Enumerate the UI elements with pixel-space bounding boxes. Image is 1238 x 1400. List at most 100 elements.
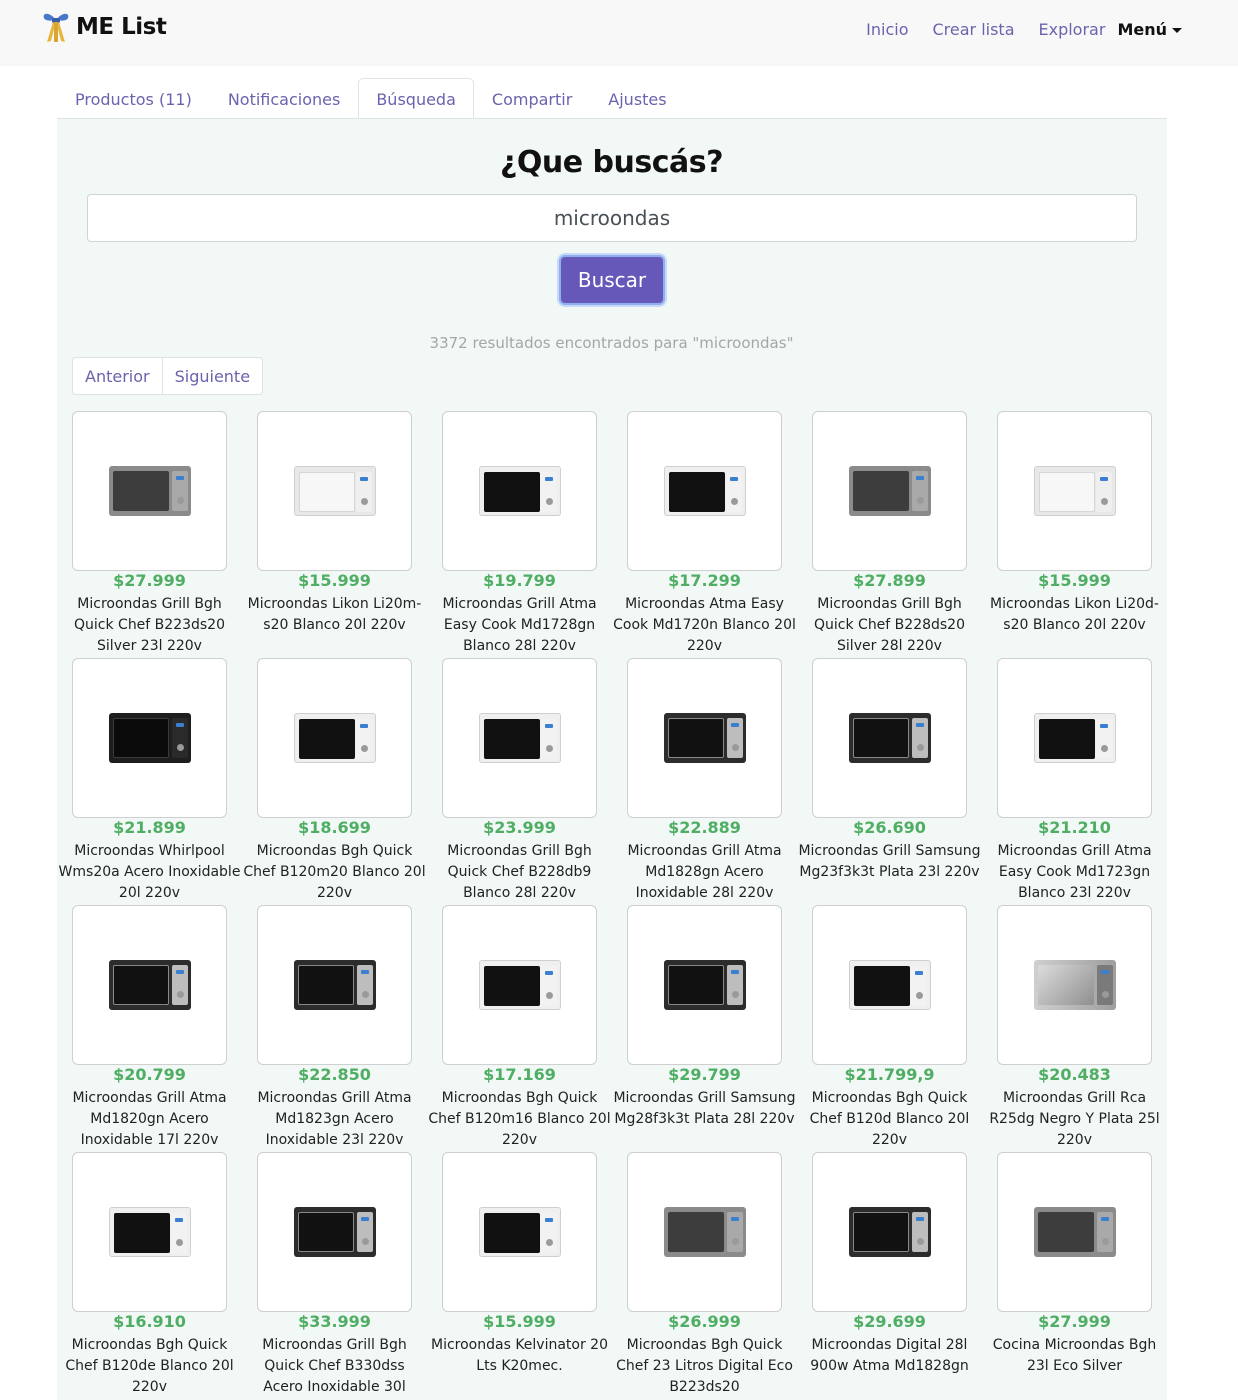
product-card[interactable]: $23.999 Microondas Grill Bgh Quick Chef B… [442,658,597,905]
product-card[interactable]: $26.690 Microondas Grill Samsung Mg23f3k3… [798,658,981,905]
product-image[interactable] [812,1152,967,1312]
tab-notificaciones[interactable]: Notificaciones [210,78,359,119]
product-title[interactable]: Microondas Likon Li20m-s20 Blanco 20l 22… [243,594,426,658]
product-title[interactable]: Microondas Grill Samsung Mg28f3k3t Plata… [613,1088,796,1152]
product-image[interactable] [627,1152,782,1312]
product-card[interactable]: $19.799 Microondas Grill Atma Easy Cook M… [442,411,597,658]
product-card[interactable]: $27.999 Microondas Grill Bgh Quick Chef B… [72,411,227,658]
product-card[interactable]: $15.999 Microondas Kelvinator 20 Lts K20m… [431,1152,608,1399]
product-image[interactable] [997,658,1152,818]
microwave-icon [663,960,746,1010]
product-image[interactable] [997,1152,1152,1312]
product-card[interactable]: $16.910 Microondas Bgh Quick Chef B120de … [65,1152,234,1399]
gift-bow-icon [43,13,69,42]
product-title[interactable]: Microondas Grill Bgh Quick Chef B223ds20… [58,594,241,658]
product-price: $29.699 [853,1312,926,1331]
product-title[interactable]: Microondas Bgh Quick Chef B120d Blanco 2… [798,1088,981,1152]
microwave-icon [1033,960,1116,1010]
product-title[interactable]: Microondas Whirlpool Wms20a Acero Inoxid… [58,841,241,905]
product-title[interactable]: Microondas Grill Atma Md1823gn Acero Ino… [243,1088,426,1152]
product-title[interactable]: Microondas Bgh Quick Chef B120m16 Blanco… [428,1088,611,1152]
product-card[interactable]: $27.999 Cocina Microondas Bgh 23l Eco Sil… [993,1152,1156,1399]
product-title[interactable]: Microondas Grill Atma Md1820gn Acero Ino… [58,1088,241,1152]
product-price: $26.999 [668,1312,741,1331]
product-card[interactable]: $15.999 Microondas Likon Li20m-s20 Blanco… [248,411,421,658]
product-card[interactable]: $21.899 Microondas Whirlpool Wms20a Acero… [59,658,240,905]
product-title[interactable]: Microondas Grill Atma Md1828gn Acero Ino… [613,841,796,905]
product-card[interactable]: $27.899 Microondas Grill Bgh Quick Chef B… [812,411,967,658]
product-image[interactable] [997,905,1152,1065]
product-image[interactable] [812,411,967,571]
product-title[interactable]: Microondas Grill Rca R25dg Negro Y Plata… [983,1088,1166,1152]
product-card[interactable]: $22.889 Microondas Grill Atma Md1828gn Ac… [627,658,782,905]
product-title[interactable]: Microondas Grill Bgh Quick Chef B228ds20… [798,594,981,658]
product-image[interactable] [812,658,967,818]
product-image[interactable] [442,411,597,571]
results-count: 3372 resultados encontrados para "microo… [429,334,794,352]
brand[interactable]: ME List [41,10,167,44]
product-image[interactable] [997,411,1152,571]
nav-link-explorar[interactable]: Explorar [1039,20,1106,39]
tab-compartir[interactable]: Compartir [474,78,590,119]
tab-busqueda[interactable]: Búsqueda [358,78,474,119]
product-card[interactable]: $17.169 Microondas Bgh Quick Chef B120m16… [428,905,611,1152]
nav-link-crear-lista[interactable]: Crear lista [932,20,1014,39]
product-title[interactable]: Microondas Grill Bgh Quick Chef B330dss … [243,1335,426,1399]
product-title[interactable]: Microondas Digital 28l 900w Atma Md1828g… [798,1335,981,1399]
product-title[interactable]: Microondas Kelvinator 20 Lts K20mec. [428,1335,611,1399]
product-image[interactable] [72,658,227,818]
nav-menu-dropdown[interactable]: Menú [1117,20,1182,39]
product-image[interactable] [257,411,412,571]
product-card[interactable]: $26.999 Microondas Bgh Quick Chef 23 Litr… [616,1152,793,1399]
product-price: $23.999 [483,818,556,837]
product-image[interactable] [627,905,782,1065]
product-image[interactable] [812,905,967,1065]
product-title[interactable]: Microondas Grill Atma Easy Cook Md1728gn… [428,594,611,658]
product-title[interactable]: Microondas Grill Samsung Mg23f3k3t Plata… [798,841,981,905]
product-title[interactable]: Microondas Atma Easy Cook Md1720n Blanco… [613,594,796,658]
product-card[interactable]: $18.699 Microondas Bgh Quick Chef B120m20… [243,658,426,905]
tab-ajustes[interactable]: Ajustes [590,78,684,119]
product-card[interactable]: $29.699 Microondas Digital 28l 900w Atma … [810,1152,969,1399]
tab-bar: Productos (11) Notificaciones Búsqueda C… [57,78,685,119]
product-card[interactable]: $22.850 Microondas Grill Atma Md1823gn Ac… [257,905,412,1152]
product-card[interactable]: $20.799 Microondas Grill Atma Md1820gn Ac… [72,905,227,1152]
product-title[interactable]: Microondas Grill Atma Easy Cook Md1723gn… [983,841,1166,905]
search-input[interactable] [87,194,1137,242]
product-title[interactable]: Microondas Bgh Quick Chef 23 Litros Digi… [613,1335,796,1399]
tab-productos[interactable]: Productos (11) [57,78,210,119]
search-button[interactable]: Buscar [559,255,665,305]
product-title[interactable]: Microondas Bgh Quick Chef B120m20 Blanco… [243,841,426,905]
product-price: $27.899 [853,571,926,590]
product-title[interactable]: Cocina Microondas Bgh 23l Eco Silver [983,1335,1166,1399]
product-image[interactable] [72,1152,227,1312]
product-card[interactable]: $29.799 Microondas Grill Samsung Mg28f3k3… [613,905,796,1152]
product-card[interactable]: $21.799,9 Microondas Bgh Quick Chef B120d… [810,905,969,1152]
product-image[interactable] [442,1152,597,1312]
product-card[interactable]: $21.210 Microondas Grill Atma Easy Cook M… [997,658,1152,905]
product-price: $15.999 [1038,571,1111,590]
product-card[interactable]: $20.483 Microondas Grill Rca R25dg Negro … [989,905,1160,1152]
product-card[interactable]: $15.999 Microondas Likon Li20d-s20 Blanco… [990,411,1159,658]
nav-menu-label: Menú [1117,20,1167,39]
product-title[interactable]: Microondas Bgh Quick Chef B120de Blanco … [58,1335,241,1399]
product-card[interactable]: $17.299 Microondas Atma Easy Cook Md1720n… [613,411,796,658]
product-card[interactable]: $33.999 Microondas Grill Bgh Quick Chef B… [257,1152,412,1399]
product-image[interactable] [257,658,412,818]
product-image[interactable] [257,905,412,1065]
product-title[interactable]: Microondas Likon Li20d-s20 Blanco 20l 22… [983,594,1166,658]
product-price: $21.210 [1038,818,1111,837]
next-page-button[interactable]: Siguiente [161,358,262,394]
product-image[interactable] [442,658,597,818]
product-image[interactable] [627,411,782,571]
nav-link-inicio[interactable]: Inicio [866,20,908,39]
microwave-icon [478,466,561,516]
product-image[interactable] [257,1152,412,1312]
product-image[interactable] [72,905,227,1065]
microwave-icon [663,466,746,516]
product-image[interactable] [442,905,597,1065]
product-image[interactable] [627,658,782,818]
product-image[interactable] [72,411,227,571]
product-title[interactable]: Microondas Grill Bgh Quick Chef B228db9 … [428,841,611,905]
previous-page-button[interactable]: Anterior [73,358,162,394]
